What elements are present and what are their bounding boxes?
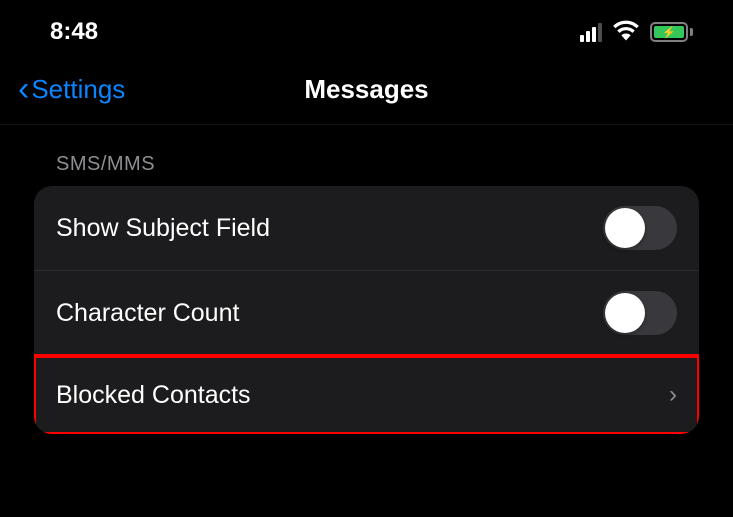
row-label: Blocked Contacts [56, 381, 251, 410]
show-subject-field-toggle[interactable] [603, 206, 677, 250]
blocked-contacts-row[interactable]: Blocked Contacts › [34, 356, 699, 434]
status-time: 8:48 [50, 18, 98, 46]
status-bar: 8:48 ⚡ [0, 0, 733, 64]
battery-charging-icon: ⚡ [650, 22, 693, 42]
navigation-bar: ‹ Settings Messages [0, 64, 733, 125]
page-title: Messages [304, 74, 428, 105]
settings-content: SMS/MMS Show Subject Field Character Cou… [0, 125, 733, 434]
status-icons: ⚡ [580, 19, 693, 46]
character-count-toggle[interactable] [603, 291, 677, 335]
back-button-label: Settings [31, 74, 125, 105]
cellular-signal-icon [580, 23, 602, 42]
section-header: SMS/MMS [34, 153, 699, 186]
back-button[interactable]: ‹ Settings [18, 72, 125, 106]
show-subject-field-row[interactable]: Show Subject Field [34, 186, 699, 271]
row-label: Character Count [56, 299, 239, 328]
wifi-icon [612, 19, 640, 46]
chevron-left-icon: ‹ [18, 72, 29, 106]
row-label: Show Subject Field [56, 214, 270, 243]
chevron-right-icon: › [669, 381, 677, 409]
settings-group: Show Subject Field Character Count Block… [34, 186, 699, 434]
character-count-row[interactable]: Character Count [34, 271, 699, 356]
